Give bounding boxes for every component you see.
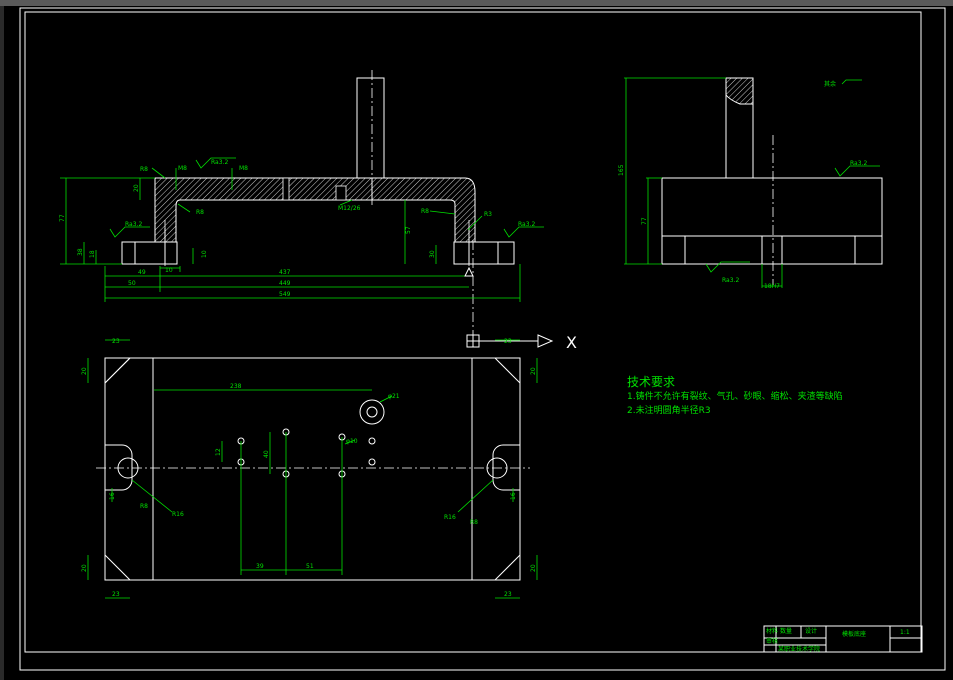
tb-scale: 1:1 xyxy=(900,629,910,636)
tb-cell-4: 审核 xyxy=(766,637,778,645)
dim-23-bl: 23 xyxy=(112,591,120,598)
dim-165: 165 xyxy=(618,164,625,176)
dim-449: 449 xyxy=(279,280,291,287)
dim-r8-left: R8 xyxy=(140,503,148,510)
dim-r8-a: R8 xyxy=(140,166,148,173)
dim-16-right: 16 xyxy=(510,492,517,500)
front-view xyxy=(121,70,515,345)
dim-10b: 10 xyxy=(165,267,173,274)
side-dim-77: 77 xyxy=(641,217,648,225)
dim-r8-right: R8 xyxy=(470,519,478,526)
dim-40: 40 xyxy=(263,450,270,458)
dim-20-tl: 20 xyxy=(81,367,88,375)
dim-18h7: 18H7 xyxy=(764,283,780,290)
dim-r16-right: R16 xyxy=(444,514,456,521)
dim-49: 49 xyxy=(138,269,146,276)
roughness-label-3: Ra3.2 xyxy=(518,221,535,228)
dim-phi10: φ10 xyxy=(346,438,358,445)
dim-50: 50 xyxy=(128,280,136,287)
dim-77: 77 xyxy=(59,214,66,222)
plan-view xyxy=(96,357,530,581)
tech-req-item-2: 2.未注明圆角半径R3 xyxy=(627,404,711,416)
side-view-dimensions: 165 77 18H7 Ra3.2 Ra3.2 其余 xyxy=(618,77,880,290)
dim-m8-a: M8 xyxy=(178,165,187,172)
roughness-label-1: Ra3.2 xyxy=(211,159,228,166)
tb-cell-2: 数量 xyxy=(780,627,792,635)
tech-req-title: 技术要求 xyxy=(627,375,675,389)
dim-23-br: 23 xyxy=(504,591,512,598)
dim-18: 18 xyxy=(89,250,96,258)
dim-12: 12 xyxy=(215,448,222,456)
dim-r16-left: R16 xyxy=(172,511,184,518)
dim-16-left: 16 xyxy=(109,492,116,500)
dim-437: 437 xyxy=(279,269,291,276)
dim-r8-c: R8 xyxy=(421,208,429,215)
dim-51: 51 xyxy=(306,563,314,570)
dim-57: 57 xyxy=(405,226,412,234)
tb-cell-1: 材料 xyxy=(766,627,778,635)
technical-requirements: 技术要求 1.铸件不允许有裂纹、气孔、砂眼、缩松、夹渣等缺陷 2.未注明圆角半径… xyxy=(627,375,843,416)
axis-marker: X xyxy=(466,333,577,352)
dim-23-tl: 23 xyxy=(112,338,120,345)
dim-10: 10 xyxy=(201,250,208,258)
tb-cell-3: 设计 xyxy=(805,627,817,635)
cad-drawing-canvas[interactable]: 437 449 549 49 50 77 38 18 20 57 30 10 R… xyxy=(0,0,953,680)
dim-r3: R3 xyxy=(484,211,492,218)
dim-20-bl: 20 xyxy=(81,564,88,572)
dim-20: 20 xyxy=(133,184,140,192)
dim-549: 549 xyxy=(279,291,291,298)
tb-part-name: 模板底座 xyxy=(842,630,866,638)
dim-phi21: φ21 xyxy=(388,393,400,400)
side-roughness-1: Ra3.2 xyxy=(850,160,867,167)
side-view xyxy=(661,77,883,285)
dim-m8-b: M8 xyxy=(239,165,248,172)
dim-30: 30 xyxy=(429,250,436,258)
surface-note: 其余 xyxy=(824,80,836,88)
side-roughness-2: Ra3.2 xyxy=(722,277,739,284)
dim-20-tr: 20 xyxy=(530,367,537,375)
tech-req-item-1: 1.铸件不允许有裂纹、气孔、砂眼、缩松、夹渣等缺陷 xyxy=(627,390,843,402)
drawing-border-outer xyxy=(19,7,946,671)
axis-x-label: X xyxy=(566,333,577,352)
dim-39: 39 xyxy=(256,563,264,570)
dim-23-tr: 23 xyxy=(504,338,512,345)
roughness-label-2: Ra3.2 xyxy=(125,221,142,228)
dim-20-br: 20 xyxy=(530,564,537,572)
dim-38: 38 xyxy=(77,248,84,256)
dim-238: 238 xyxy=(230,383,242,390)
dim-m12: M12/26 xyxy=(338,205,361,212)
title-block: 材料 数量 设计 审核 模板底座 1:1 某职业技术学院 xyxy=(763,625,923,653)
tb-school: 某职业技术学院 xyxy=(778,645,820,653)
dim-r8-b: R8 xyxy=(196,209,204,216)
